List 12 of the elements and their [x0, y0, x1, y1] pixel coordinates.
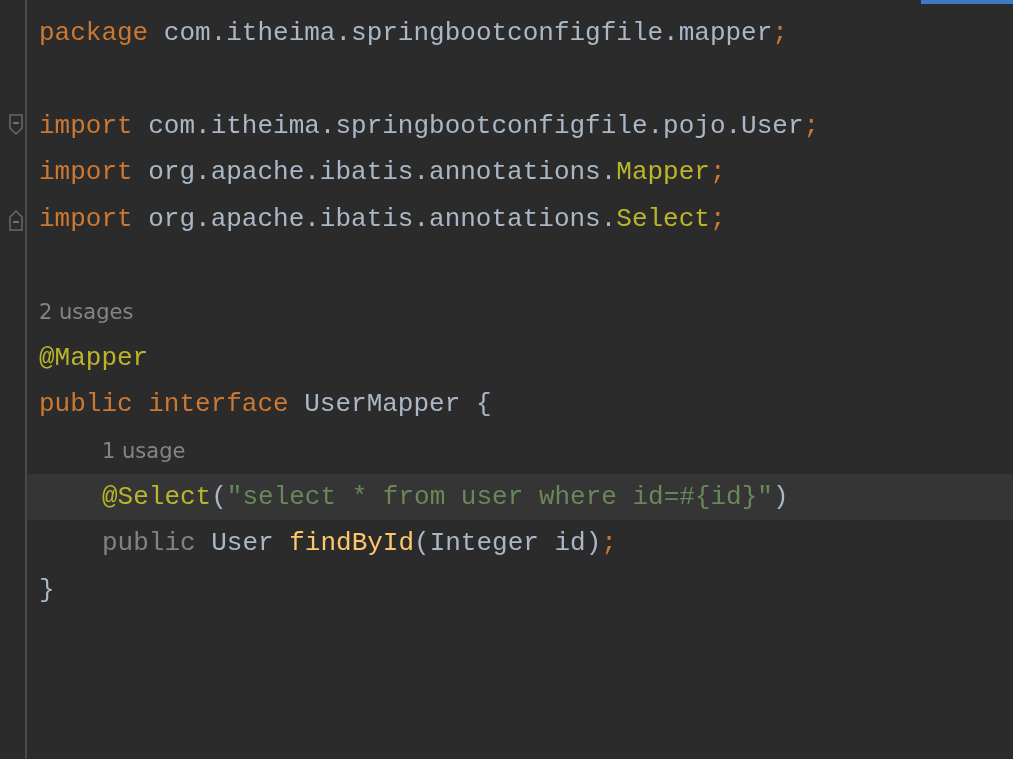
usages-hint[interactable]: 2 usages [39, 299, 134, 324]
code-line: @Select("select * from user where id=#{id}") [102, 482, 789, 513]
fold-icon[interactable] [9, 113, 23, 138]
code-line: import org.apache.ibatis.annotations.Mapper; [39, 157, 726, 188]
code-line: } [39, 574, 55, 605]
code-line: import org.apache.ibatis.annotations.Select; [39, 203, 726, 234]
code-line: public User findById(Integer id); [102, 528, 617, 559]
code-line: package com.itheima.springbootconfigfile.mapper; [39, 18, 788, 49]
code-line: @Mapper [39, 342, 149, 373]
code-line: import com.itheima.springbootconfigfile.pojo.User; [39, 110, 820, 141]
code-line: public interface UserMapper { [39, 389, 492, 420]
usages-hint[interactable]: 1 usage [102, 438, 186, 463]
